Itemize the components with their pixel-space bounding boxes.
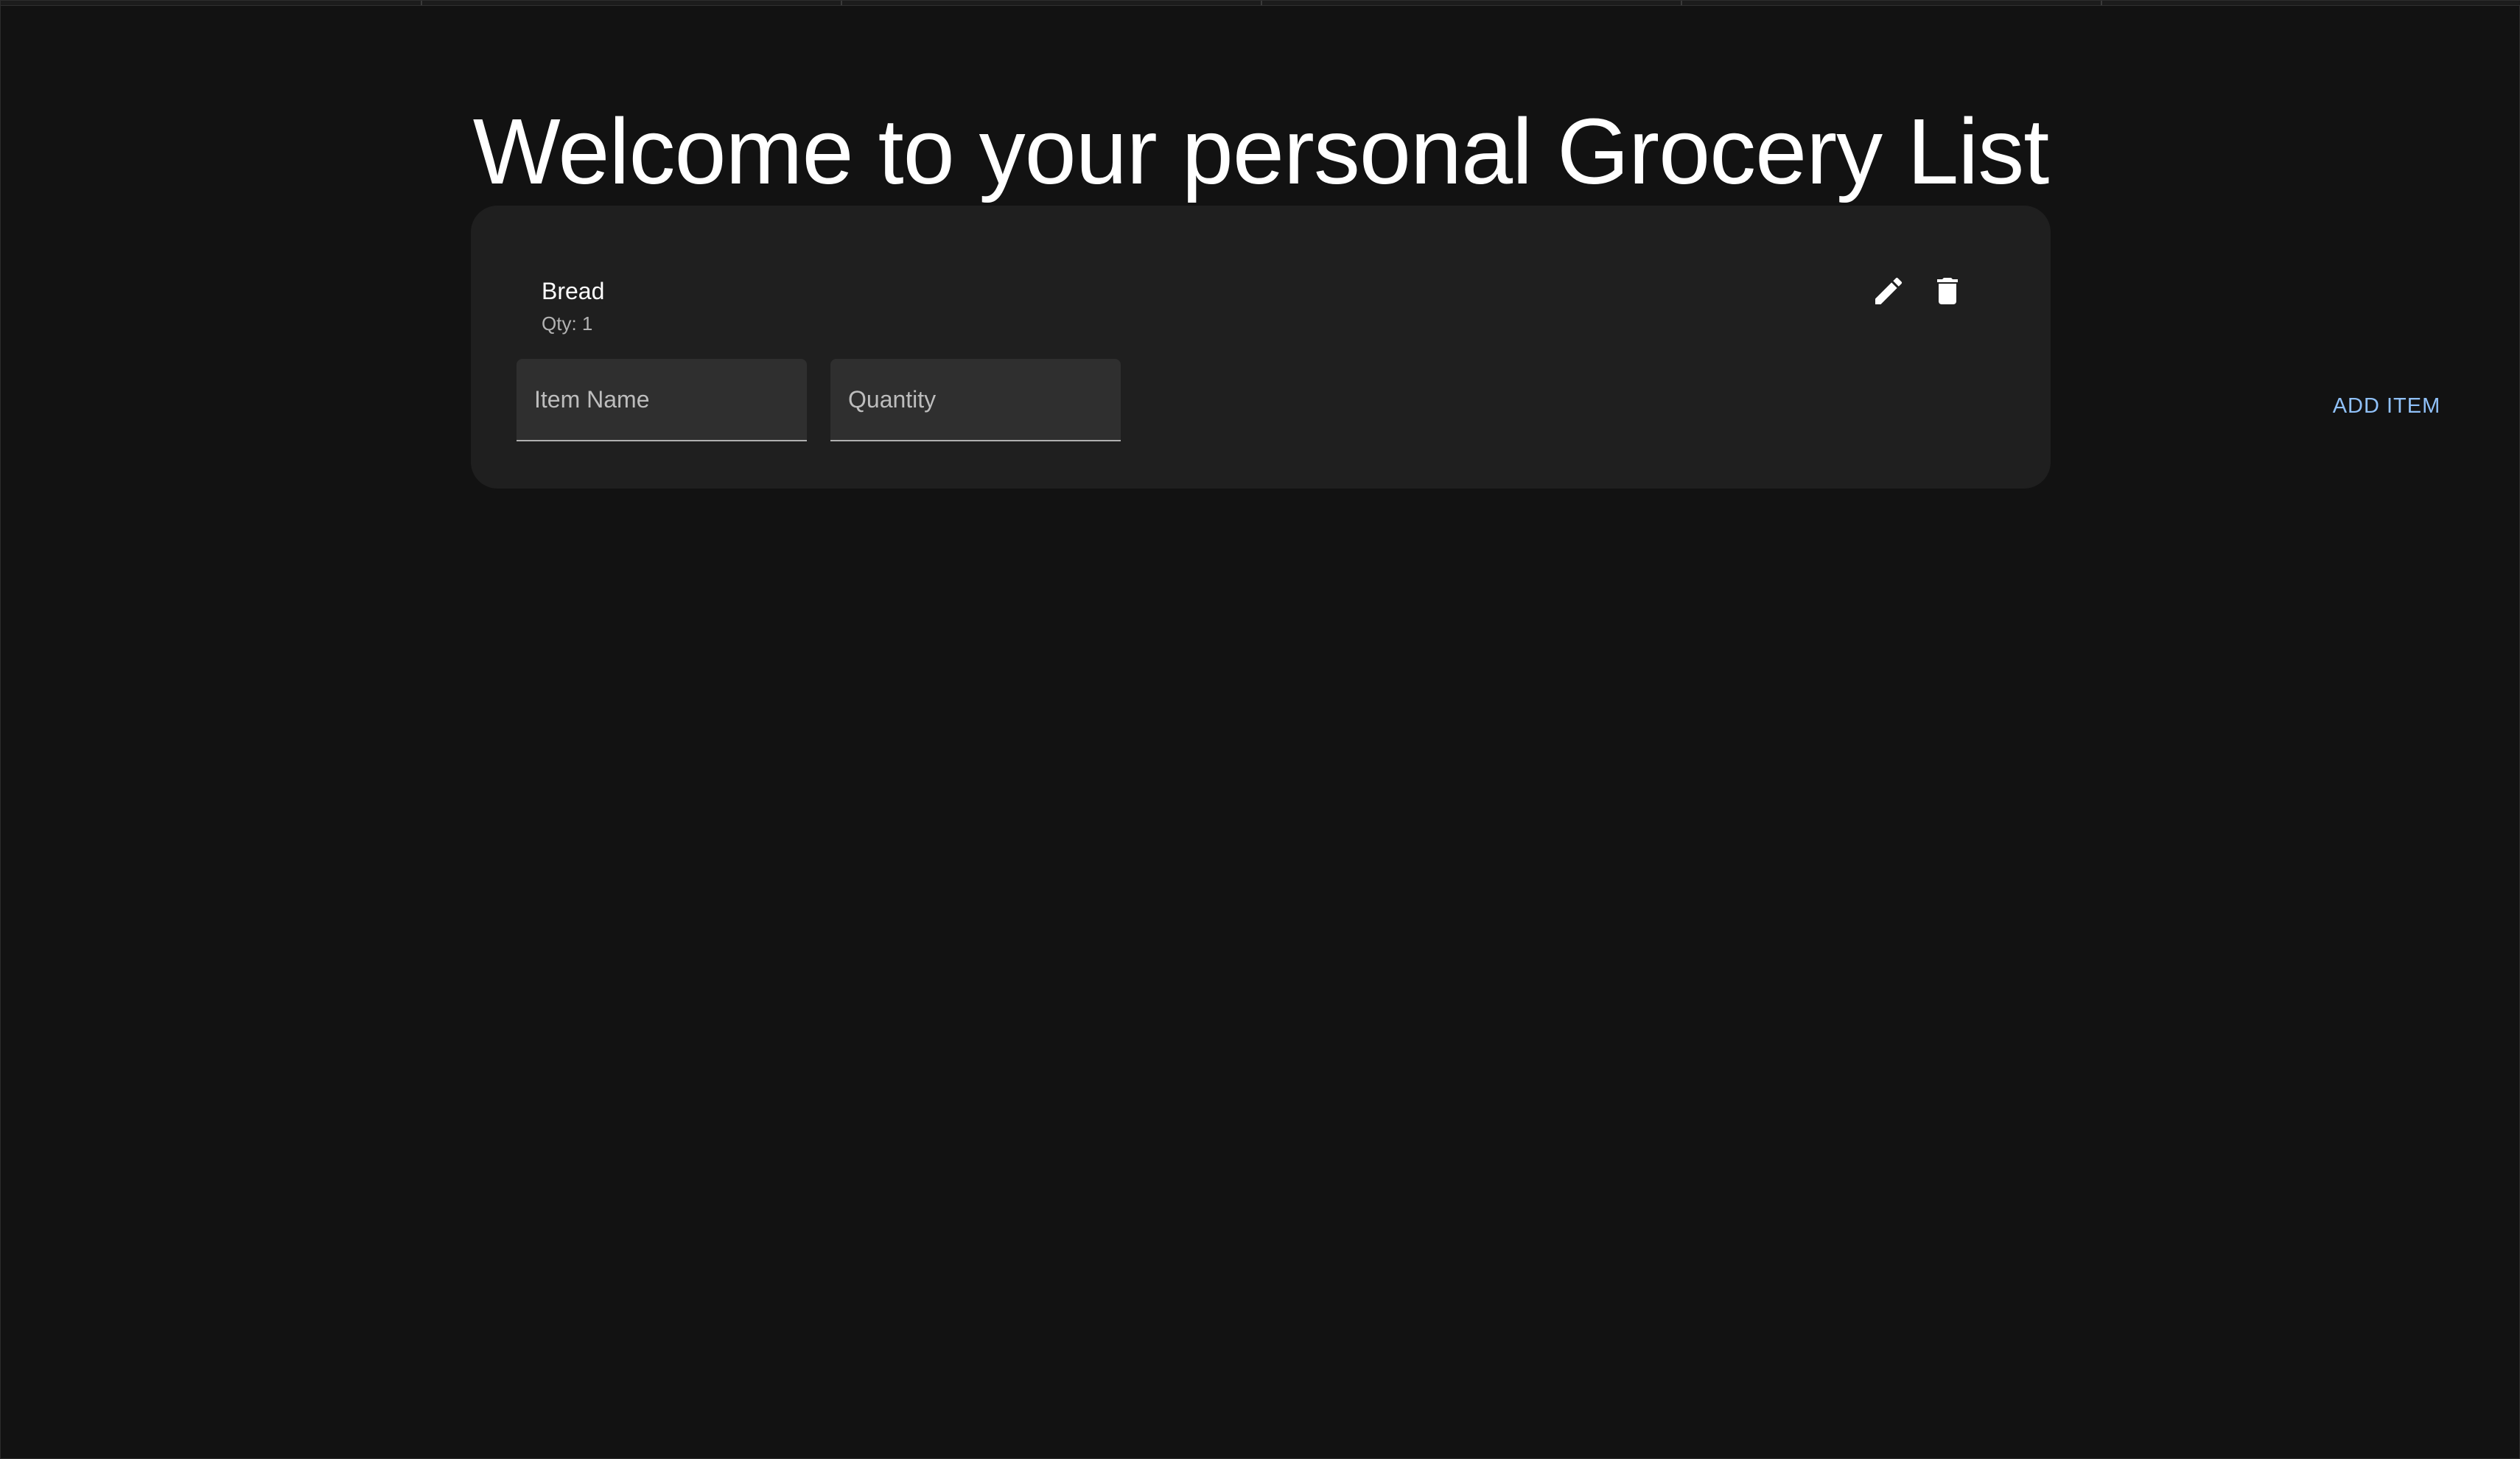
app-window: Welcome to your personal Grocery List Br… (0, 0, 2520, 1459)
tab-divider (421, 1, 422, 5)
pencil-icon (1875, 277, 1903, 304)
item-name-input[interactable] (517, 359, 807, 440)
list-item: Bread Qty: 1 (471, 206, 2051, 353)
trash-icon (1937, 278, 1958, 304)
add-item-button[interactable]: ADD ITEM (2313, 385, 2460, 427)
tab-strip (1, 1, 2520, 6)
tab-divider (2101, 1, 2102, 5)
tab-divider (841, 1, 842, 5)
page-title: Welcome to your personal Grocery List (472, 99, 2050, 203)
item-name: Bread (542, 278, 605, 304)
edit-button[interactable] (1865, 267, 1912, 315)
item-quantity: Qty: 1 (542, 312, 593, 335)
tab-divider (1261, 1, 1262, 5)
delete-button[interactable] (1924, 267, 1971, 315)
quantity-input[interactable] (830, 359, 1121, 440)
item-name-field[interactable] (517, 359, 807, 441)
quantity-field[interactable] (830, 359, 1121, 441)
grocery-list-card: Bread Qty: 1 ADD ITEM (471, 206, 2440, 489)
tab-divider (1681, 1, 1682, 5)
